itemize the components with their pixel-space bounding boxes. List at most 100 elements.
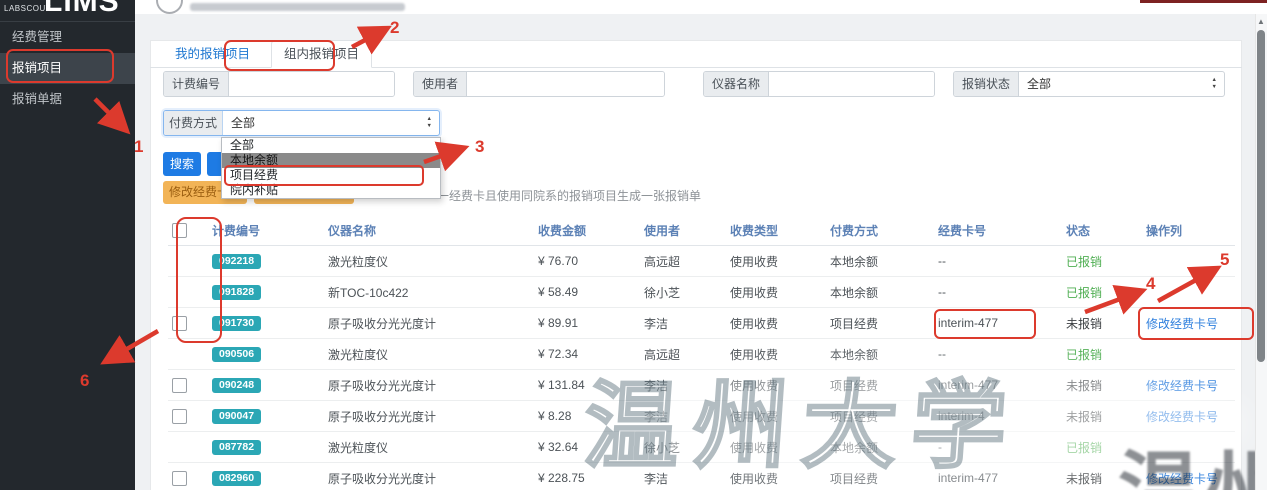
billing-no-group: 计费编号 [163,71,395,97]
cell-checkbox [168,370,208,401]
pay-method-dropdown: 全部本地余额项目经费院内补贴 [221,137,441,199]
cell-checkbox [168,432,208,463]
select-all-checkbox[interactable] [172,223,187,238]
cell-instrument: 激光粒度仪 [324,339,534,370]
cell-user: 高远超 [640,246,726,277]
cell-card-number: interim-477 [934,308,1062,339]
watermark-text-corner: 温州大学 [1118,423,1267,490]
top-header-bar [135,0,1267,14]
row-checkbox[interactable] [172,409,187,424]
row-checkbox[interactable] [172,378,187,393]
status-label: 报销状态 [954,72,1019,96]
tab-my-projects[interactable]: 我的报销项目 [163,41,262,67]
app-logo: LABSCOUT LIMS [0,0,135,22]
billing-no-input[interactable] [229,72,394,96]
status-group: 报销状态 全部 ▲▼ [953,71,1225,97]
billing-id-badge: 090047 [212,409,261,424]
tab-bar: 我的报销项目 组内报销项目 [150,41,1242,68]
cell-checkbox [168,463,208,490]
search-button[interactable]: 搜索 [163,152,201,176]
table-header-3: 收费金额 [534,215,640,246]
status-select[interactable]: 全部 ▲▼ [1019,72,1224,96]
scrollbar-up-arrow[interactable]: ▲ [1255,17,1267,27]
cell-billing-id: 091730 [208,308,324,339]
cell-billing-id: 082960 [208,463,324,490]
billing-id-badge: 091730 [212,316,261,331]
top-right-red-strip [1140,0,1267,3]
table-row: 091730原子吸收分光光度计¥ 89.91李洁使用收费项目经费interim-… [168,308,1235,339]
cell-billing-id: 091828 [208,277,324,308]
cell-status: 未报销 [1062,308,1142,339]
row-checkbox[interactable] [172,471,187,486]
table-header-1: 计费编号 [208,215,324,246]
sidebar-item-2[interactable]: 报销单据 [0,84,135,115]
annotation-label-2: 2 [390,18,399,37]
table-row: 092218激光粒度仪¥ 76.70高远超使用收费本地余额--已报销 [168,246,1235,277]
billing-id-badge: 090506 [212,347,261,362]
dropdown-option-1[interactable]: 本地余额 [222,153,440,168]
annotation-label-1: 1 [134,137,143,156]
cell-checkbox [168,308,208,339]
billing-id-badge: 091828 [212,285,261,300]
cell-amount: ¥ 76.70 [534,246,640,277]
header-title-cropped [190,3,405,11]
cell-checkbox [168,246,208,277]
cell-billing-id: 090047 [208,401,324,432]
cell-user: 李洁 [640,308,726,339]
pay-method-select[interactable]: 全部 ▲▼ [223,111,439,135]
modify-card-link[interactable]: 修改经费卡号 [1146,317,1218,331]
cell-instrument: 新TOC-10c422 [324,277,534,308]
table-header-row: 计费编号仪器名称收费金额使用者收费类型付费方式经费卡号状态操作列 [168,215,1235,246]
scrollbar-thumb[interactable] [1257,30,1265,362]
cell-pay-method: 本地余额 [826,277,934,308]
table-row: 091828 新TOC-10c422¥ 58.49徐小芝使用收费本地余额--已报销 [168,277,1235,308]
table-header-4: 使用者 [640,215,726,246]
cell-fee-type: 使用收费 [726,277,826,308]
table-header-2: 仪器名称 [324,215,534,246]
billing-id-badge: 087782 [212,440,261,455]
cell-instrument: 原子吸收分光光度计 [324,308,534,339]
table-header-0 [168,215,208,246]
cell-action [1142,339,1235,370]
cell-card-number: -- [934,277,1062,308]
sidebar: LABSCOUT LIMS 经费管理报销项目报销单据 [0,0,135,490]
page: LABSCOUT LIMS 经费管理报销项目报销单据 我的报销项目 组内报销项目… [0,0,1267,490]
cell-billing-id: 087782 [208,432,324,463]
cell-status: 已报销 [1062,277,1142,308]
dropdown-option-0[interactable]: 全部 [222,138,440,153]
sidebar-item-0[interactable]: 经费管理 [0,22,135,53]
table-header-6: 付费方式 [826,215,934,246]
dropdown-option-3[interactable]: 院内补贴 [222,183,440,198]
cell-checkbox [168,339,208,370]
table-header-5: 收费类型 [726,215,826,246]
status-badge: 未报销 [1066,317,1102,331]
pay-method-label: 付费方式 [164,111,223,135]
user-label: 使用者 [414,72,467,96]
cell-billing-id: 090506 [208,339,324,370]
instrument-input[interactable] [769,72,934,96]
table-header-8: 状态 [1062,215,1142,246]
billing-id-badge: 090248 [212,378,261,393]
cell-instrument: 激光粒度仪 [324,432,534,463]
user-input[interactable] [467,72,664,96]
watermark-text: 温州大学 [580,350,1026,487]
university-seal-icon [156,0,183,14]
cell-status: 已报销 [1062,246,1142,277]
cell-billing-id: 092218 [208,246,324,277]
cell-billing-id: 090248 [208,370,324,401]
updown-arrows-icon: ▲▼ [427,116,432,130]
cell-amount: ¥ 58.49 [534,277,640,308]
cell-user: 徐小芝 [640,277,726,308]
cell-instrument: 原子吸收分光光度计 [324,401,534,432]
updown-arrows-icon: ▲▼ [1212,77,1217,91]
status-badge: 已报销 [1066,255,1102,269]
sidebar-item-1[interactable]: 报销项目 [0,53,135,84]
cell-checkbox [168,277,208,308]
table-header-7: 经费卡号 [934,215,1062,246]
instrument-label: 仪器名称 [704,72,769,96]
table-header-9: 操作列 [1142,215,1235,246]
tab-group-projects[interactable]: 组内报销项目 [271,40,372,68]
row-checkbox[interactable] [172,316,187,331]
cell-instrument: 原子吸收分光光度计 [324,463,534,490]
dropdown-option-2[interactable]: 项目经费 [222,168,440,183]
